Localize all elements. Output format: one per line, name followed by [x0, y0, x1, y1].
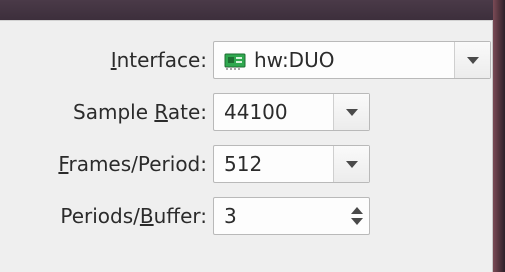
sample-rate-label-suffix: ate:	[167, 100, 207, 124]
periods-buffer-label-prefix: Periods/	[60, 204, 140, 228]
frames-period-label: Frames/Period:	[58, 145, 207, 183]
increment-arrow-icon[interactable]	[351, 207, 363, 214]
interface-label-suffix: nterface:	[116, 48, 207, 72]
chevron-down-icon	[345, 108, 358, 116]
periods-buffer-row: Periods/Buffer: 3	[0, 197, 493, 235]
frames-period-row: Frames/Period: 512	[0, 145, 493, 183]
periods-buffer-label-suffix: uffer:	[153, 204, 207, 228]
periods-buffer-spinbox[interactable]: 3	[213, 197, 370, 235]
frames-period-combobox[interactable]: 512	[213, 145, 370, 183]
periods-buffer-label-mnemonic: B	[139, 204, 154, 228]
chevron-down-icon	[345, 160, 358, 168]
frames-period-label-suffix: rames/Period:	[68, 152, 207, 176]
sample-rate-label: Sample Rate:	[73, 93, 207, 131]
chevron-down-icon	[466, 56, 479, 64]
frames-period-label-mnemonic: F	[58, 152, 69, 176]
sample-rate-value: 44100	[224, 100, 288, 124]
interface-value: hw:DUO	[224, 42, 334, 78]
periods-buffer-value: 3	[224, 204, 237, 228]
periods-buffer-stepper[interactable]	[345, 198, 369, 234]
frames-period-value: 512	[224, 152, 263, 176]
interface-row: Interface: hw:DUO	[0, 41, 493, 79]
decrement-arrow-icon[interactable]	[351, 218, 363, 225]
sample-rate-dropdown-button[interactable]	[333, 94, 369, 130]
interface-value-text: hw:DUO	[254, 48, 335, 72]
interface-dropdown-button[interactable]	[454, 42, 490, 78]
sample-rate-combobox[interactable]: 44100	[213, 93, 370, 131]
window-background-right	[493, 0, 505, 272]
window-background-top	[0, 0, 505, 20]
sound-card-icon	[224, 53, 246, 70]
periods-buffer-label: Periods/Buffer:	[60, 197, 207, 235]
interface-combobox[interactable]: hw:DUO	[213, 41, 491, 79]
sample-rate-label-mnemonic: R	[154, 100, 168, 124]
interface-label: Interface:	[111, 41, 207, 79]
frames-period-dropdown-button[interactable]	[333, 146, 369, 182]
sample-rate-row: Sample Rate: 44100	[0, 93, 493, 131]
audio-settings-panel: Interface: hw:DUO Sample Rate: 44100 Fra…	[0, 20, 493, 272]
sample-rate-label-prefix: Sample	[73, 100, 155, 124]
